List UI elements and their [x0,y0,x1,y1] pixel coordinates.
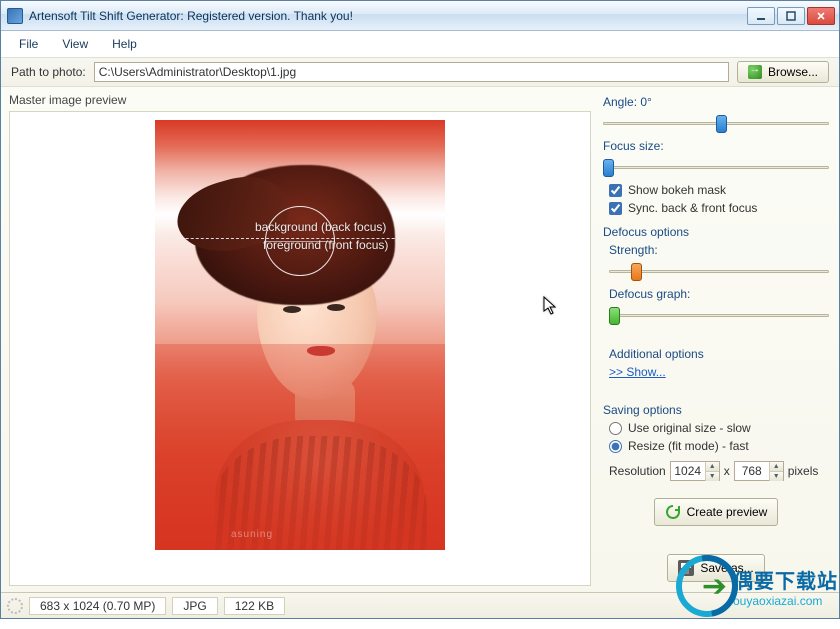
res-width-value: 1024 [671,464,705,478]
minimize-button[interactable] [747,7,775,25]
browse-icon [748,65,762,79]
res-width-up[interactable]: ▲ [706,462,719,472]
resolution-row: Resolution 1024 ▲▼ x 768 ▲▼ pixels [609,461,829,481]
menu-help[interactable]: Help [112,37,137,51]
status-format: JPG [172,597,217,615]
res-x-label: x [724,464,730,478]
status-filesize: 122 KB [224,597,285,615]
browse-label: Browse... [768,65,818,79]
strength-label: Strength: [609,243,829,257]
focus-size-thumb[interactable] [603,159,614,177]
show-mask-label: Show bokeh mask [628,183,726,197]
strength-thumb[interactable] [631,263,642,281]
additional-options-label: Additional options [609,347,829,361]
path-label: Path to photo: [11,65,86,79]
save-icon [678,560,694,576]
create-preview-label: Create preview [687,505,768,519]
res-width-spin[interactable]: 1024 ▲▼ [670,461,720,481]
res-width-down[interactable]: ▼ [706,472,719,481]
titlebar: Artensoft Tilt Shift Generator: Register… [1,1,839,31]
image-watermark: asuning [231,529,273,540]
app-icon [7,8,23,24]
create-preview-button[interactable]: Create preview [654,498,779,526]
sync-label: Sync. back & front focus [628,201,757,215]
menu-view[interactable]: View [62,37,88,51]
status-dimensions: 683 x 1024 (0.70 MP) [29,597,166,615]
app-window: Artensoft Tilt Shift Generator: Register… [0,0,840,619]
sync-checkbox[interactable]: Sync. back & front focus [609,201,829,215]
save-as-label: Save as... [700,561,753,575]
defocus-options-label: Defocus options [603,225,829,239]
res-height-value: 768 [735,464,769,478]
save-as-button[interactable]: Save as... [667,554,764,582]
focus-size-label: Focus size: [603,139,829,153]
show-mask-checkbox[interactable]: Show bokeh mask [609,183,829,197]
saving-options-label: Saving options [603,403,829,417]
side-panel: Angle: 0° Focus size: Show bokeh mask Sy… [599,87,839,592]
resize-fast-input[interactable] [609,440,622,453]
sync-input[interactable] [609,202,622,215]
angle-thumb[interactable] [716,115,727,133]
resize-fast-label: Resize (fit mode) - fast [628,439,749,453]
defocus-graph-thumb[interactable] [609,307,620,325]
angle-slider[interactable] [603,113,829,135]
preview-image: focus line background (back focus) foreg… [155,120,445,550]
close-button[interactable] [807,7,835,25]
res-height-down[interactable]: ▼ [770,472,783,481]
window-title: Artensoft Tilt Shift Generator: Register… [29,9,747,23]
use-original-radio[interactable]: Use original size - slow [609,421,829,435]
angle-label: Angle: 0° [603,95,829,109]
body: Master image preview focus line [1,87,839,592]
busy-indicator-icon [7,598,23,614]
maximize-button[interactable] [777,7,805,25]
defocus-graph-label: Defocus graph: [609,287,829,301]
res-height-spin[interactable]: 768 ▲▼ [734,461,784,481]
browse-button[interactable]: Browse... [737,61,829,83]
preview-title: Master image preview [9,93,591,107]
path-row: Path to photo: Browse... [1,57,839,87]
preview-area[interactable]: focus line background (back focus) foreg… [9,111,591,586]
overlay-back-label: background (back focus) [255,220,386,234]
show-additional-link[interactable]: >> Show... [609,365,666,379]
res-height-up[interactable]: ▲ [770,462,783,472]
defocus-graph-slider[interactable] [609,305,829,327]
resize-fast-radio[interactable]: Resize (fit mode) - fast [609,439,829,453]
resolution-label: Resolution [609,464,666,478]
menu-file[interactable]: File [19,37,38,51]
preview-pane: Master image preview focus line [1,87,599,592]
use-original-input[interactable] [609,422,622,435]
focus-size-slider[interactable] [603,157,829,179]
refresh-icon [665,504,681,520]
show-mask-input[interactable] [609,184,622,197]
res-unit-label: pixels [788,464,819,478]
strength-slider[interactable] [609,261,829,283]
path-input[interactable] [94,62,729,82]
overlay-front-label: foreground (front focus) [263,238,388,252]
statusbar: 683 x 1024 (0.70 MP) JPG 122 KB [1,592,839,618]
use-original-label: Use original size - slow [628,421,751,435]
menubar: File View Help [1,31,839,57]
